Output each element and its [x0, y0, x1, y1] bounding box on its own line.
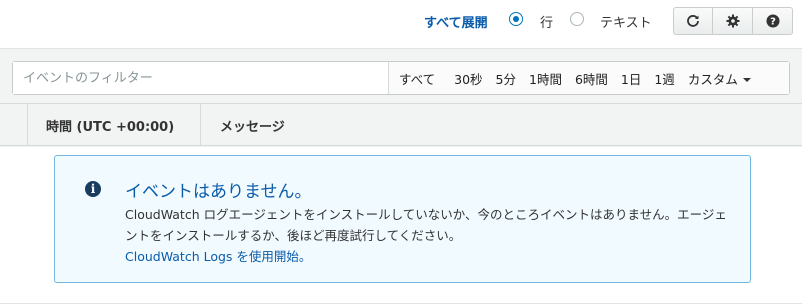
get-started-link[interactable]: CloudWatch Logs を使用開始。: [125, 249, 311, 264]
settings-button[interactable]: [713, 7, 753, 35]
view-row-label[interactable]: 行: [540, 12, 553, 31]
alert-message: CloudWatch ログエージェントをインストールしていないか、今のところイベ…: [125, 207, 727, 243]
filter-bar: すべて 30秒 5分 1時間 6時間 1日 1週 カスタム: [12, 61, 790, 95]
top-toolbar: すべて展開 行 テキスト ?: [0, 0, 802, 48]
column-header-time[interactable]: 時間 (UTC +00:00): [46, 116, 174, 135]
range-6h[interactable]: 6時間: [575, 69, 608, 88]
expand-all-link[interactable]: すべて展開: [424, 12, 488, 31]
range-1d[interactable]: 1日: [621, 69, 641, 88]
time-range-selector: すべて 30秒 5分 1時間 6時間 1日 1週 カスタム: [389, 62, 789, 94]
range-all[interactable]: すべて: [399, 69, 435, 88]
view-text-label[interactable]: テキスト: [600, 12, 652, 31]
alert-body: CloudWatch ログエージェントをインストールしていないか、今のところイベ…: [125, 204, 735, 267]
range-30s[interactable]: 30秒: [454, 69, 482, 88]
column-divider: [200, 104, 201, 145]
range-custom-label: カスタム: [687, 71, 738, 87]
alert-title: イベントはありません。: [125, 182, 312, 202]
event-filter-input[interactable]: [13, 62, 389, 94]
info-icon: i: [85, 181, 101, 197]
help-icon: ?: [766, 14, 779, 28]
svg-text:?: ?: [770, 17, 776, 28]
range-1h[interactable]: 1時間: [529, 69, 562, 88]
caret-down-icon: [742, 78, 751, 82]
expand-column-header: [0, 104, 28, 145]
refresh-icon: [687, 15, 699, 27]
no-events-alert: i イベントはありません。 CloudWatch ログエージェントをインストール…: [54, 155, 751, 283]
help-button[interactable]: ?: [753, 7, 793, 35]
refresh-button[interactable]: [673, 7, 713, 35]
bottom-divider: [0, 303, 802, 304]
view-text-radio[interactable]: [570, 12, 584, 26]
table-header: 時間 (UTC +00:00) メッセージ: [0, 103, 802, 146]
gear-icon: [726, 14, 739, 28]
range-5m[interactable]: 5分: [496, 69, 516, 88]
range-1w[interactable]: 1週: [654, 69, 674, 88]
column-header-message[interactable]: メッセージ: [220, 116, 285, 135]
range-custom-dropdown[interactable]: カスタム: [688, 69, 751, 88]
view-row-radio[interactable]: [509, 12, 523, 26]
